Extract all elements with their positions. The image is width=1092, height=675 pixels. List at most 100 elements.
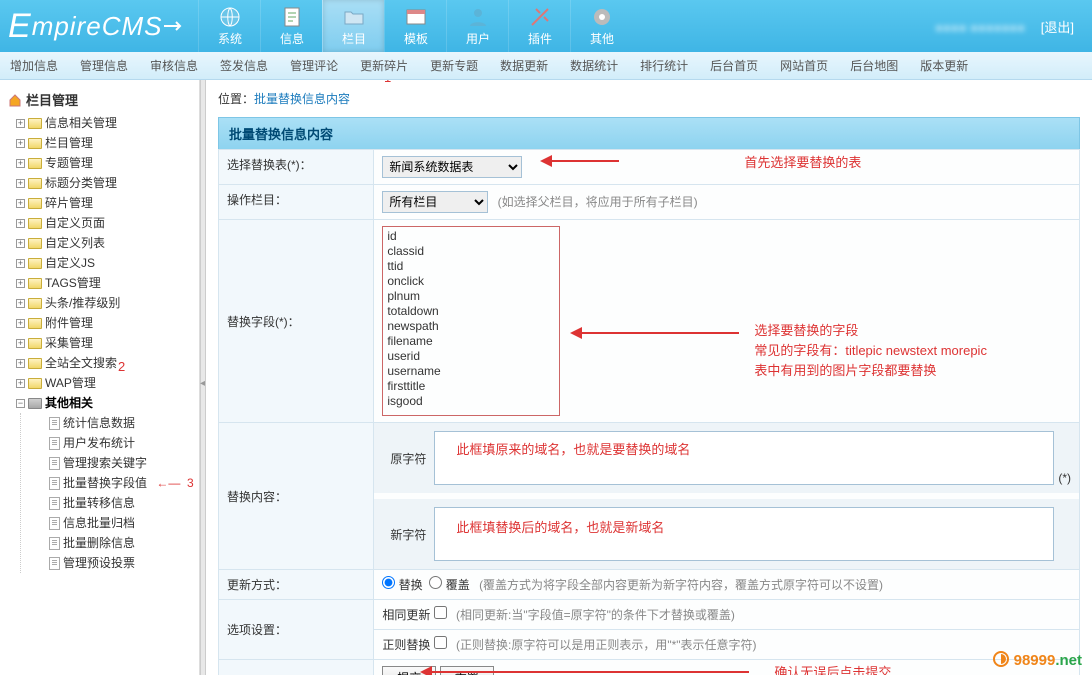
tree-node[interactable]: +信息相关管理 bbox=[16, 113, 199, 133]
subnav-topic[interactable]: 更新专题 bbox=[430, 57, 478, 74]
field-option[interactable]: plnum bbox=[385, 289, 557, 304]
watermark-icon bbox=[993, 651, 1009, 667]
tree-node[interactable]: +栏目管理 bbox=[16, 133, 199, 153]
label-new: 新字符 bbox=[382, 526, 434, 543]
tree-node[interactable]: +碎片管理 bbox=[16, 193, 199, 213]
subnav-sign[interactable]: 签发信息 bbox=[220, 57, 268, 74]
tree-leaf[interactable]: 管理预设投票 bbox=[49, 553, 199, 573]
tree-leaf[interactable]: 用户发布统计 bbox=[49, 433, 199, 453]
subnav-review[interactable]: 审核信息 bbox=[150, 57, 198, 74]
subnav-admin[interactable]: 后台首页 bbox=[710, 57, 758, 74]
nav-info[interactable]: 信息 bbox=[260, 0, 322, 52]
tree-node[interactable]: +自定义列表 bbox=[16, 233, 199, 253]
label-fields: 替换字段(*)： bbox=[219, 220, 374, 423]
field-select[interactable]: idclassidttidonclickplnumtotaldownnewspa… bbox=[382, 226, 560, 416]
radio-replace[interactable]: 替换 bbox=[382, 578, 422, 592]
field-option[interactable]: id bbox=[385, 229, 557, 244]
panel-title: 批量替换信息内容 bbox=[218, 117, 1080, 149]
note-fields-1: 选择要替换的字段 bbox=[754, 320, 858, 339]
reset-button[interactable]: 重置 bbox=[440, 666, 494, 675]
home-icon bbox=[8, 93, 22, 107]
arrow-annotation bbox=[564, 326, 744, 343]
column-hint: (如选择父栏目，将应用于所有子栏目) bbox=[498, 195, 698, 209]
label-column: 操作栏目： bbox=[219, 185, 374, 220]
sidebar-title: 栏目管理 bbox=[0, 86, 199, 113]
subnav-stat[interactable]: 数据统计 bbox=[570, 57, 618, 74]
gear-icon bbox=[590, 5, 614, 29]
field-option[interactable]: totaldown bbox=[385, 304, 557, 319]
field-option[interactable]: classid bbox=[385, 244, 557, 259]
globe-icon bbox=[218, 5, 242, 29]
select-table[interactable]: 新闻系统数据表 bbox=[382, 156, 522, 178]
regex-hint: (正则替换:原字符可以是用正则表示，用"*"表示任意字符) bbox=[456, 638, 757, 652]
subnav-add[interactable]: 增加信息 bbox=[10, 57, 58, 74]
field-option[interactable]: newspath bbox=[385, 319, 557, 334]
tree-node[interactable]: +附件管理 bbox=[16, 313, 199, 333]
watermark: 98999.net bbox=[993, 651, 1082, 669]
tree-node[interactable]: +WAP管理 bbox=[16, 373, 199, 393]
form-table: 选择替换表(*)： 新闻系统数据表 首先选择要替换的表 操作栏目： 所有栏目 (… bbox=[218, 149, 1080, 675]
note-new: 此框填替换后的域名，也就是新域名 bbox=[456, 517, 664, 536]
tree-node-open[interactable]: −其他相关 bbox=[16, 393, 199, 413]
tree-leaf[interactable]: 统计信息数据 bbox=[49, 413, 199, 433]
tree-node[interactable]: +头条/推荐级别 bbox=[16, 293, 199, 313]
related-hint: (相同更新:当"字段值=原字符"的条件下才替换或覆盖) bbox=[456, 608, 735, 622]
note-fields-2: 常见的字段有：titlepic newstext morepic bbox=[754, 340, 987, 359]
tree-leaf[interactable]: 管理搜索关键字 bbox=[49, 453, 199, 473]
subnav-update[interactable]: 版本更新 bbox=[920, 57, 968, 74]
field-option[interactable]: firsttitle bbox=[385, 379, 557, 394]
nav-system[interactable]: 系统 bbox=[198, 0, 260, 52]
field-option[interactable]: username bbox=[385, 364, 557, 379]
field-option[interactable]: userid bbox=[385, 349, 557, 364]
plugin-icon bbox=[528, 5, 552, 29]
subnav-rank[interactable]: 排行统计 bbox=[640, 57, 688, 74]
field-option[interactable]: onclick bbox=[385, 274, 557, 289]
nav-other[interactable]: 其他 bbox=[570, 0, 632, 52]
tree-node[interactable]: +自定义页面 bbox=[16, 213, 199, 233]
subnav-data[interactable]: 数据更新 bbox=[500, 57, 548, 74]
nav-user[interactable]: 用户 bbox=[446, 0, 508, 52]
tree-node[interactable]: +自定义JS bbox=[16, 253, 199, 273]
opt-regex-label: 正则替换 bbox=[382, 638, 430, 652]
arrow-annotation bbox=[534, 154, 624, 171]
document-icon bbox=[280, 5, 304, 29]
sidebar: 栏目管理 +信息相关管理+栏目管理+专题管理+标题分类管理+碎片管理+自定义页面… bbox=[0, 80, 200, 675]
nav-template[interactable]: 模板 bbox=[384, 0, 446, 52]
mode-hint: (覆盖方式为将字段全部内容更新为新字符内容，覆盖方式原字符可以不设置) bbox=[479, 578, 883, 592]
window-icon bbox=[404, 5, 428, 29]
tree-node[interactable]: +全站全文搜索 bbox=[16, 353, 199, 373]
header-user: ●●●● ●●●●●●● [退出] bbox=[935, 17, 1092, 36]
subnav-site[interactable]: 网站首页 bbox=[780, 57, 828, 74]
nav-plugin[interactable]: 插件 bbox=[508, 0, 570, 52]
tree-node[interactable]: +标题分类管理 bbox=[16, 173, 199, 193]
breadcrumb-link[interactable]: 批量替换信息内容 bbox=[254, 92, 350, 106]
submit-button[interactable]: 提交 bbox=[382, 666, 436, 675]
subnav-comment[interactable]: 管理评论 bbox=[290, 57, 338, 74]
tree-leaf[interactable]: 批量转移信息 bbox=[49, 493, 199, 513]
tree-leaf[interactable]: 信息批量归档 bbox=[49, 513, 199, 533]
tree-node[interactable]: +专题管理 bbox=[16, 153, 199, 173]
subnav-frag[interactable]: 更新碎片 bbox=[360, 57, 408, 74]
nav-column[interactable]: 栏目 bbox=[322, 0, 384, 52]
field-option[interactable]: ttid bbox=[385, 259, 557, 274]
note-submit: 确认无误后点击提交 bbox=[774, 662, 891, 675]
note-select-table: 首先选择要替换的表 bbox=[744, 152, 861, 171]
field-option[interactable]: filename bbox=[385, 334, 557, 349]
main-header: EmpireCMS 系统 信息 栏目 模板 用户 插件 其他 ●●●● ●●●●… bbox=[0, 0, 1092, 52]
select-column[interactable]: 所有栏目 bbox=[382, 191, 488, 213]
tree-node[interactable]: +采集管理 bbox=[16, 333, 199, 353]
annotation-1: 1 bbox=[384, 80, 391, 85]
checkbox-related[interactable] bbox=[434, 606, 447, 619]
subnav-manage[interactable]: 管理信息 bbox=[80, 57, 128, 74]
tree-node[interactable]: +TAGS管理 bbox=[16, 273, 199, 293]
field-option[interactable]: isgood bbox=[385, 394, 557, 409]
radio-cover[interactable]: 覆盖 bbox=[429, 578, 469, 592]
checkbox-regex[interactable] bbox=[434, 636, 447, 649]
logout-link[interactable]: [退出] bbox=[1041, 20, 1074, 35]
subnav-map[interactable]: 后台地图 bbox=[850, 57, 898, 74]
tree-leaf[interactable]: 批量替换字段值 ←— 3 bbox=[49, 473, 199, 493]
label-old: 原字符 bbox=[382, 450, 434, 467]
logo: EmpireCMS bbox=[0, 7, 198, 46]
tree-leaf[interactable]: 批量删除信息 bbox=[49, 533, 199, 553]
note-old: 此框填原来的域名，也就是要替换的域名 bbox=[456, 439, 690, 458]
